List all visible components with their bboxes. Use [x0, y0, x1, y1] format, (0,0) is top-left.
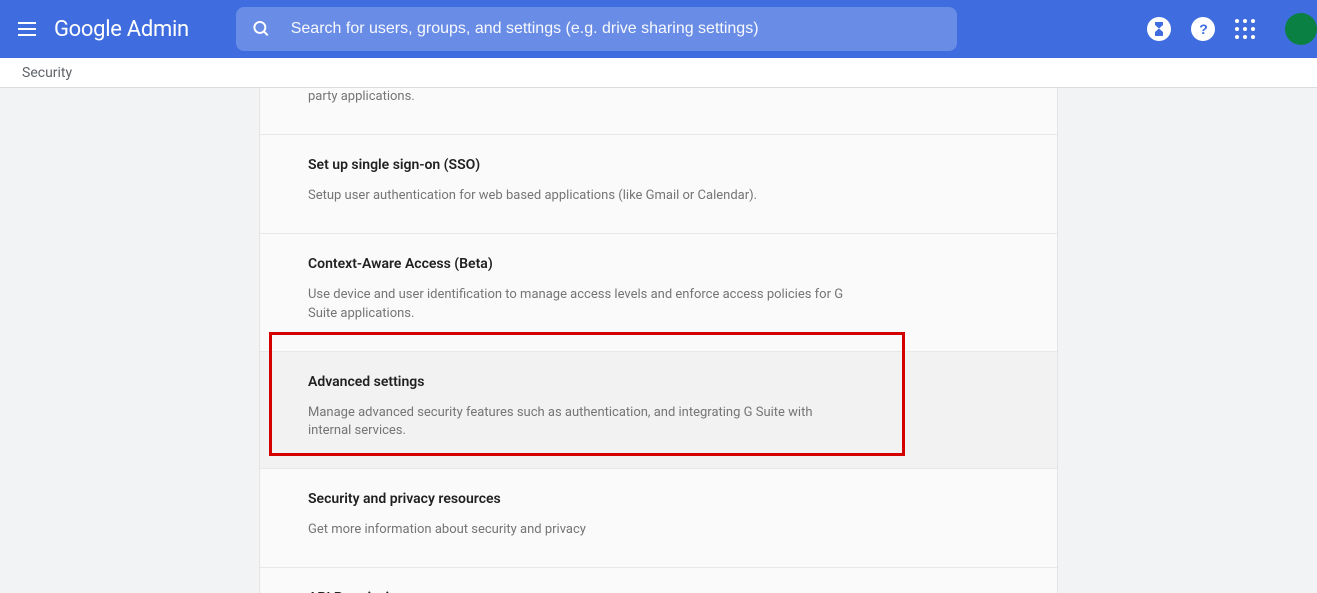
section-sso[interactable]: Set up single sign-on (SSO) Setup user a… [260, 135, 1057, 234]
section-desc: Setup user authentication for web based … [308, 187, 858, 205]
section-desc: Use device and user identification to ma… [308, 286, 858, 322]
settings-card: party applications. Set up single sign-o… [259, 88, 1058, 593]
section-title: Security and privacy resources [308, 491, 1009, 507]
hourglass-icon[interactable] [1147, 17, 1171, 41]
logo[interactable]: Google Admin [54, 17, 189, 42]
content-area: party applications. Set up single sign-o… [0, 88, 1317, 593]
section-truncated[interactable]: party applications. [260, 88, 1057, 135]
section-desc: Get more information about security and … [308, 521, 858, 539]
section-title: Advanced settings [308, 374, 1009, 390]
section-context-aware[interactable]: Context-Aware Access (Beta) Use device a… [260, 234, 1057, 351]
svg-text:?: ? [1199, 22, 1208, 36]
section-desc: Manage advanced security features such a… [308, 404, 858, 440]
header-actions: ? [1147, 13, 1301, 45]
section-title: Set up single sign-on (SSO) [308, 157, 1009, 173]
avatar[interactable] [1285, 13, 1317, 45]
section-security-privacy[interactable]: Security and privacy resources Get more … [260, 469, 1057, 568]
section-title: Context-Aware Access (Beta) [308, 256, 1009, 272]
breadcrumb-item[interactable]: Security [22, 65, 72, 81]
section-advanced-settings[interactable]: Advanced settings Manage advanced securi… [260, 352, 1057, 469]
section-desc: party applications. [308, 88, 858, 106]
search-icon [252, 19, 271, 39]
search-box[interactable] [236, 7, 957, 51]
section-api-permissions[interactable]: API Permissions [260, 568, 1057, 593]
search-input[interactable] [291, 20, 941, 38]
apps-launcher-icon[interactable] [1235, 19, 1255, 39]
app-header: Google Admin ? [0, 0, 1317, 58]
menu-icon[interactable] [16, 17, 40, 41]
breadcrumb: Security [0, 58, 1317, 88]
help-icon[interactable]: ? [1191, 17, 1215, 41]
